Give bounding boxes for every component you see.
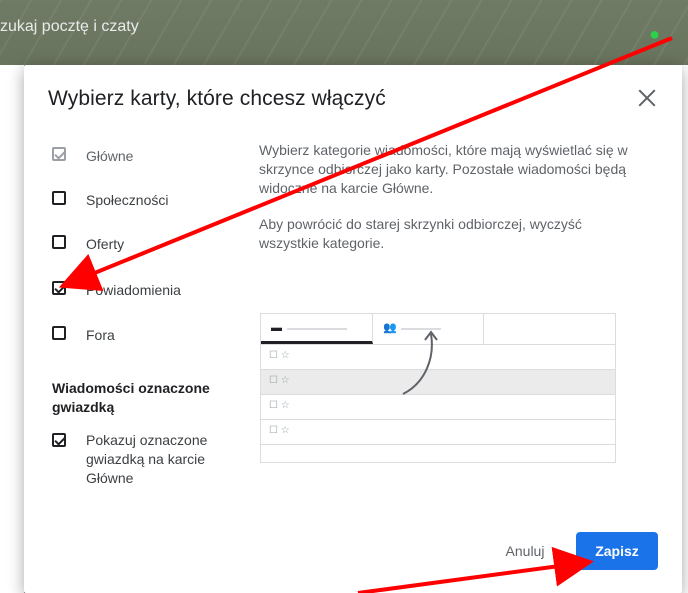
illustration-tab-primary: ▬ — [261, 314, 373, 344]
checkbox-star-icon: ☐ ☆ — [269, 400, 290, 411]
checkbox-fora[interactable] — [52, 326, 66, 340]
option-starred[interactable]: Pokazuj oznaczone gwiazdką na karcie Głó… — [52, 431, 232, 488]
option-fora[interactable]: Fora — [52, 326, 115, 345]
cancel-button[interactable]: Anuluj — [494, 536, 556, 566]
option-spolecznosci[interactable]: Społeczności — [52, 191, 169, 210]
status-dot-icon: ● — [649, 24, 660, 44]
illustration-row: ☐ ☆ — [261, 420, 615, 445]
option-oferty[interactable]: Oferty — [52, 235, 124, 254]
inbox-tabs-illustration: ▬ 👥 ☐ ☆ ☐ ☆ ☐ ☆ ☐ ☆ — [260, 313, 616, 463]
inbox-icon: ▬ — [271, 322, 282, 334]
curved-arrow-icon — [402, 330, 438, 395]
checkbox-oferty[interactable] — [52, 235, 66, 249]
option-label: Pokazuj oznaczone gwiazdką na karcie Głó… — [86, 432, 208, 486]
close-icon[interactable] — [634, 85, 660, 111]
checkbox-star-icon: ☐ ☆ — [269, 425, 290, 436]
checkbox-powiadomienia[interactable] — [52, 281, 66, 295]
option-label: Powiadomienia — [86, 282, 181, 298]
tabs-settings-dialog: Wybierz karty, które chcesz włączyć Głów… — [24, 65, 682, 593]
description-paragraph: Aby powrócić do starej skrzynki odbiorcz… — [259, 216, 582, 251]
option-label: Fora — [86, 327, 115, 343]
illustration-row: ☐ ☆ — [261, 395, 615, 420]
option-label: Oferty — [86, 236, 125, 252]
description-paragraph: Wybierz kategorie wiadomości, które mają… — [259, 142, 628, 196]
option-label: Społeczności — [86, 192, 169, 208]
checkbox-star-icon: ☐ ☆ — [269, 350, 290, 361]
checkbox-spolecznosci[interactable] — [52, 191, 66, 205]
checkbox-star-icon: ☐ ☆ — [269, 375, 290, 386]
dialog-title: Wybierz karty, które chcesz włączyć — [48, 87, 386, 110]
dialog-description: Wybierz kategorie wiadomości, które mają… — [259, 141, 629, 270]
placeholder-bar — [287, 328, 347, 330]
checkbox-starred[interactable] — [52, 433, 66, 447]
starred-section-heading: Wiadomości oznaczone gwiazdką — [52, 380, 210, 415]
background-search-text: zukaj pocztę i czaty — [0, 18, 139, 35]
option-powiadomienia[interactable]: Powiadomienia — [52, 281, 181, 300]
checkbox-glowne[interactable] — [52, 147, 66, 161]
option-glowne[interactable]: Główne — [52, 147, 133, 166]
save-button[interactable]: Zapisz — [576, 532, 658, 570]
background-left-strip — [0, 65, 24, 593]
option-label: Główne — [86, 148, 134, 164]
